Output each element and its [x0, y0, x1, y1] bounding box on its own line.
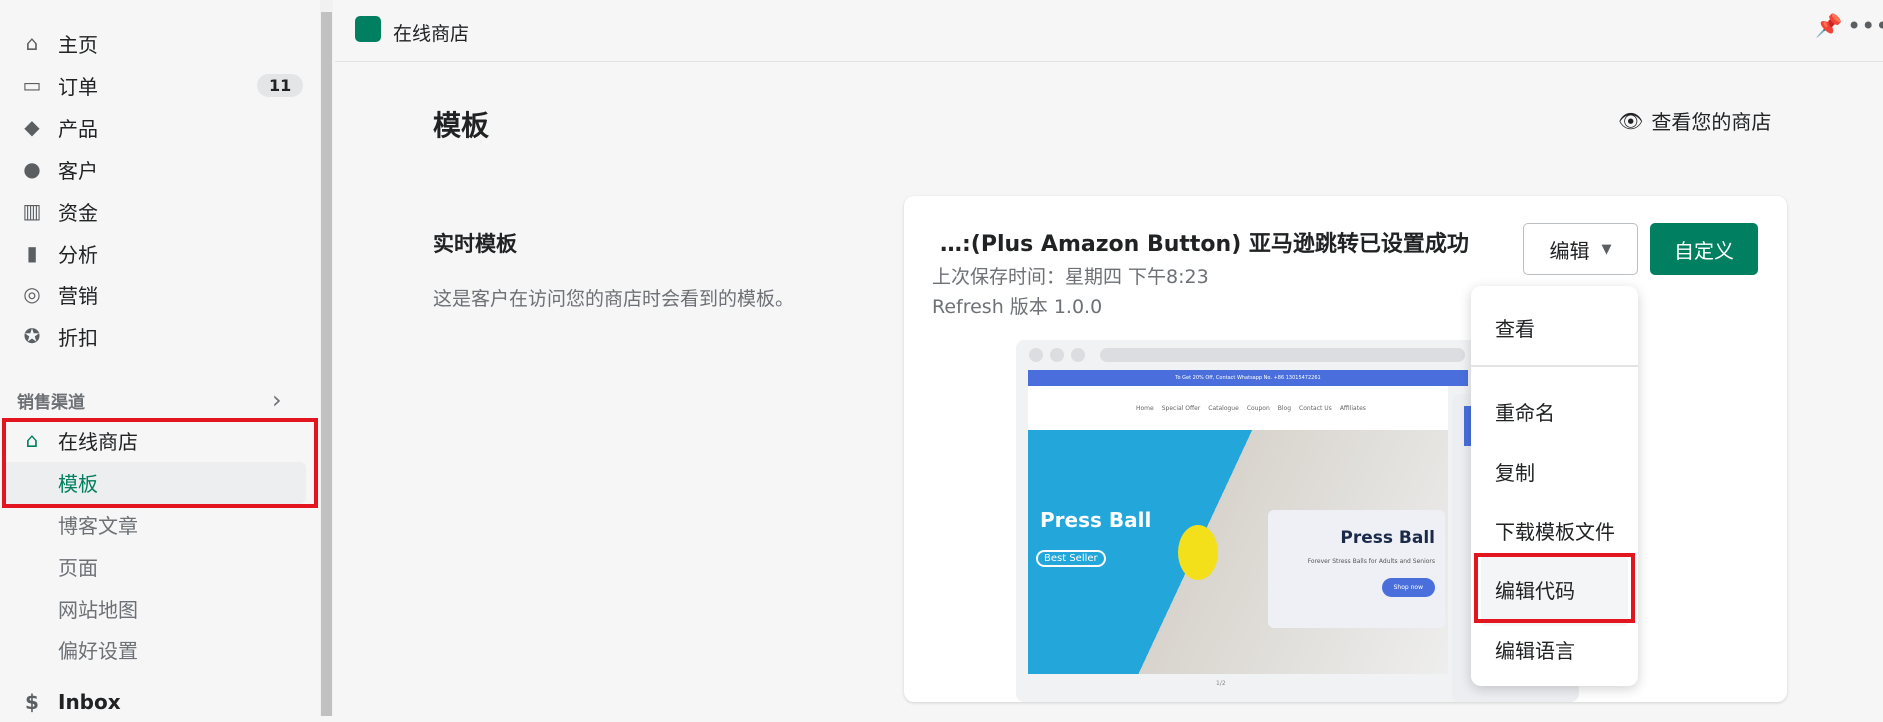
view-store-link[interactable]: 👁 查看您的商店: [1618, 106, 1771, 135]
sidebar-item-preferences[interactable]: 偏好设置: [0, 629, 320, 669]
home-icon: ⌂: [25, 31, 39, 55]
scrollbar-thumb[interactable]: [321, 12, 332, 716]
announcement-bar: To Get 20% Off, Contact Whatsapp No. +86…: [1028, 370, 1468, 386]
sidebar-item-analytics[interactable]: ▮ 分析: [0, 233, 320, 273]
sidebar-item-finances[interactable]: ▥ 资金: [0, 191, 320, 231]
discount-icon: ✪: [23, 324, 41, 348]
sidebar-item-orders[interactable]: ▭ 订单 11: [0, 65, 320, 105]
bar-chart-icon: ▮: [26, 241, 38, 265]
app-title: 在线商店: [393, 23, 470, 45]
live-theme-description: 这是客户在访问您的商店时会看到的模板。: [433, 288, 795, 310]
inbox-icon: ▭: [22, 73, 42, 97]
menu-item-edit-languages[interactable]: 编辑语言: [1495, 635, 1575, 664]
more-icon[interactable]: •••: [1847, 12, 1883, 40]
menu-item-rename[interactable]: 重命名: [1495, 397, 1555, 426]
tag-icon: ◆: [24, 115, 40, 139]
sidebar-item-customers[interactable]: ● 客户: [0, 149, 320, 189]
sidebar-scrollbar[interactable]: [320, 0, 333, 716]
hero-image: Press Ball Best Seller Press Ball Foreve…: [1028, 430, 1448, 674]
sidebar-item-products[interactable]: ◆ 产品: [0, 107, 320, 147]
theme-card: …:(Plus Amazon Button) 亚马逊跳转已设置成功 上次保存时间…: [904, 196, 1787, 702]
caret-down-icon: ▼: [1601, 241, 1612, 257]
live-theme-heading: 实时模板: [433, 232, 517, 256]
menu-item-download-theme[interactable]: 下载模板文件: [1495, 516, 1615, 545]
menu-divider: [1471, 365, 1638, 367]
preview-nav: Home Special Offer Catalogue Coupon Blog Cont…: [1028, 386, 1448, 430]
sidebar-item-navigation[interactable]: 网站地图: [0, 588, 320, 628]
preview-pager: 1/2: [1216, 680, 1226, 687]
sidebar-item-inbox[interactable]: $ Inbox: [0, 682, 320, 722]
sidebar: ⌂ 主页 ▭ 订单 11 ◆ 产品 ● 客户 ▥ 资金 ▮ 分析 ◎ 营销 ✪ 折扣 销售渠道 › …: [0, 0, 320, 716]
highlight-box: [2, 418, 318, 508]
edit-dropdown-menu: 查看 重命名 复制 下载模板文件 编辑代码 编辑语言: [1471, 286, 1638, 686]
orders-badge: 11: [257, 73, 304, 97]
online-store-app-icon: [355, 16, 381, 42]
theme-version: Refresh 版本 1.0.0: [932, 296, 1103, 318]
page-title: 模板: [433, 109, 490, 142]
pin-icon[interactable]: 📌: [1815, 14, 1842, 39]
inbox-app-icon: $: [25, 690, 39, 714]
person-icon: ●: [23, 157, 41, 181]
eye-icon: 👁: [1618, 108, 1644, 133]
sales-channels-header[interactable]: 销售渠道 ›: [0, 380, 320, 420]
sidebar-item-pages[interactable]: 页面: [0, 546, 320, 586]
sidebar-item-blog-posts[interactable]: 博客文章: [0, 504, 320, 544]
menu-item-view[interactable]: 查看: [1495, 313, 1535, 342]
sidebar-item-discounts[interactable]: ✪ 折扣: [0, 316, 320, 356]
bank-icon: ▥: [22, 199, 42, 223]
sidebar-item-home[interactable]: ⌂ 主页: [0, 23, 320, 63]
highlight-box: [1474, 553, 1635, 623]
customize-button[interactable]: 自定义: [1650, 223, 1758, 275]
chevron-right-icon: ›: [272, 386, 282, 414]
sidebar-item-marketing[interactable]: ◎ 营销: [0, 274, 320, 314]
top-bar: 在线商店 📌 •••: [335, 0, 1883, 62]
last-saved: 上次保存时间：星期四 下午8:23: [932, 266, 1209, 288]
menu-item-duplicate[interactable]: 复制: [1495, 457, 1535, 486]
theme-name: …:(Plus Amazon Button) 亚马逊跳转已设置成功: [940, 232, 1469, 257]
target-icon: ◎: [23, 282, 41, 306]
edit-dropdown-button[interactable]: 编辑 ▼: [1523, 223, 1638, 275]
